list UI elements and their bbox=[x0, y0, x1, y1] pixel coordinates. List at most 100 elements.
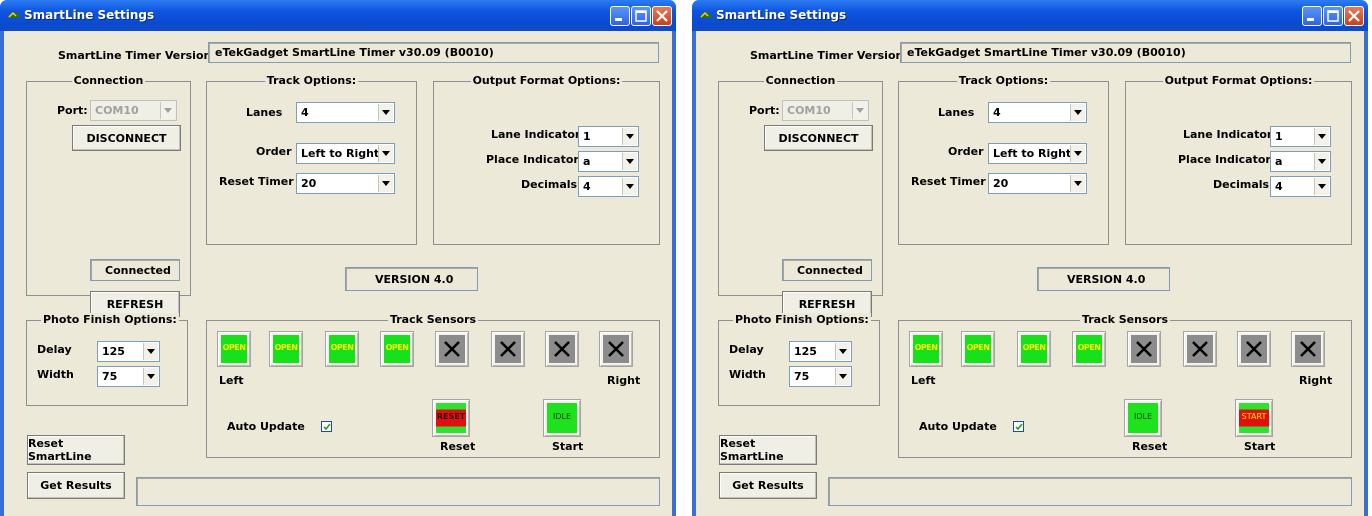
start-sensor-button[interactable]: START bbox=[1235, 399, 1273, 437]
lane-indicator-label: Lane Indicator bbox=[491, 128, 581, 141]
reset-sensor-text: RESET bbox=[436, 412, 466, 421]
start-label: Start bbox=[552, 440, 584, 453]
lanes-value: 4 bbox=[301, 106, 309, 119]
width-label: Width bbox=[37, 368, 74, 381]
decimals-value: 4 bbox=[1275, 180, 1283, 193]
reset-label: Reset bbox=[1132, 440, 1168, 453]
track-sensors-legend: Track Sensors bbox=[1079, 313, 1171, 326]
width-select[interactable]: 75 bbox=[789, 366, 852, 387]
minimize-button[interactable] bbox=[610, 6, 630, 26]
sensor-lane-1[interactable]: OPEN bbox=[909, 331, 943, 367]
decimals-label: Decimals bbox=[521, 178, 578, 191]
decimals-select[interactable]: 4 bbox=[1270, 176, 1331, 197]
title-bar[interactable]: SmartLine Settings bbox=[692, 0, 1368, 31]
dropdown-arrow-icon bbox=[835, 343, 850, 360]
delay-select[interactable]: 125 bbox=[97, 341, 160, 362]
connection-status-text: Connected bbox=[105, 264, 171, 277]
lanes-select[interactable]: 4 bbox=[988, 102, 1087, 123]
sensor-lane-1[interactable]: OPEN bbox=[217, 331, 251, 367]
photo-finish-group: Photo Finish Options: Delay 125 Width 75 bbox=[718, 313, 880, 406]
check-icon bbox=[1015, 423, 1023, 431]
place-indicator-select[interactable]: a bbox=[578, 151, 639, 172]
track-sensors-group: Track Sensors OPEN OPEN OPEN OPEN Left R… bbox=[206, 313, 660, 458]
output-options-legend: Output Format Options: bbox=[470, 74, 623, 87]
minimize-icon bbox=[1307, 18, 1314, 21]
window-client: SmartLine Timer Version: eTekGadget Smar… bbox=[4, 31, 672, 516]
decimals-select[interactable]: 4 bbox=[578, 176, 639, 197]
sensor-lane-2[interactable]: OPEN bbox=[269, 331, 303, 367]
place-indicator-value: a bbox=[583, 155, 591, 168]
lane-indicator-select[interactable]: 1 bbox=[1270, 126, 1331, 147]
reset-timer-value: 20 bbox=[301, 177, 317, 190]
close-button[interactable] bbox=[652, 6, 672, 26]
dropdown-arrow-icon bbox=[378, 175, 393, 192]
sensor-lane-6[interactable] bbox=[491, 331, 525, 367]
disconnect-button[interactable]: DISCONNECT bbox=[764, 125, 873, 151]
sensor-status-text: OPEN bbox=[1077, 343, 1101, 352]
sensor-lane-8[interactable] bbox=[599, 331, 633, 367]
sensor-lane-2[interactable]: OPEN bbox=[961, 331, 995, 367]
track-options-group: Track Options: Lanes 4 Order Left to Rig… bbox=[898, 74, 1109, 245]
track-sensors-group: Track Sensors OPEN OPEN OPEN OPEN Left R… bbox=[898, 313, 1352, 458]
auto-update-checkbox[interactable] bbox=[1013, 421, 1024, 432]
port-select[interactable]: COM10 bbox=[782, 100, 869, 121]
decimals-label: Decimals bbox=[1213, 178, 1270, 191]
sensor-lane-7[interactable] bbox=[1237, 331, 1271, 367]
lanes-label: Lanes bbox=[938, 106, 975, 119]
reset-timer-select[interactable]: 20 bbox=[988, 173, 1087, 194]
sensor-lane-6[interactable] bbox=[1183, 331, 1217, 367]
reset-sensor-button[interactable]: IDLE bbox=[1124, 399, 1162, 437]
sensor-lane-3[interactable]: OPEN bbox=[325, 331, 359, 367]
results-field bbox=[136, 477, 660, 506]
disconnect-button[interactable]: DISCONNECT bbox=[72, 125, 181, 151]
order-label: Order bbox=[948, 145, 984, 158]
maximize-button[interactable] bbox=[1323, 6, 1343, 26]
reset-smartline-button[interactable]: Reset SmartLine bbox=[719, 435, 817, 465]
sensor-lane-4[interactable]: OPEN bbox=[380, 331, 414, 367]
port-label: Port: bbox=[57, 104, 88, 117]
dropdown-arrow-icon bbox=[143, 368, 158, 385]
title-bar[interactable]: SmartLine Settings bbox=[0, 0, 676, 31]
timer-version-value: eTekGadget SmartLine Timer v30.09 (B0010… bbox=[215, 46, 494, 59]
reset-timer-select[interactable]: 20 bbox=[296, 173, 395, 194]
port-select[interactable]: COM10 bbox=[90, 100, 177, 121]
app-version-text: VERSION 4.0 bbox=[1067, 273, 1146, 286]
lanes-select[interactable]: 4 bbox=[296, 102, 395, 123]
right-label: Right bbox=[607, 374, 641, 387]
delay-select[interactable]: 125 bbox=[789, 341, 852, 362]
minimize-button[interactable] bbox=[1302, 6, 1322, 26]
reset-smartline-button[interactable]: Reset SmartLine bbox=[27, 435, 125, 465]
sensor-lane-5[interactable] bbox=[1127, 331, 1161, 367]
width-select[interactable]: 75 bbox=[97, 366, 160, 387]
order-value: Left to Right bbox=[993, 147, 1072, 160]
reset-timer-label: Reset Timer bbox=[911, 175, 986, 188]
sensor-lane-3[interactable]: OPEN bbox=[1017, 331, 1051, 367]
sensor-lane-5[interactable] bbox=[435, 331, 469, 367]
dropdown-arrow-icon bbox=[852, 102, 867, 119]
get-results-button[interactable]: Get Results bbox=[27, 472, 125, 499]
sensor-lane-7[interactable] bbox=[545, 331, 579, 367]
place-indicator-select[interactable]: a bbox=[1270, 151, 1331, 172]
lane-indicator-select[interactable]: 1 bbox=[578, 126, 639, 147]
x-icon bbox=[1192, 341, 1208, 357]
sensor-lane-4[interactable]: OPEN bbox=[1072, 331, 1106, 367]
start-sensor-button[interactable]: IDLE bbox=[543, 399, 581, 437]
check-icon bbox=[323, 423, 331, 431]
photo-finish-group: Photo Finish Options: Delay 125 Width 75 bbox=[26, 313, 188, 406]
dropdown-arrow-icon bbox=[622, 178, 637, 195]
maximize-button[interactable] bbox=[631, 6, 651, 26]
auto-update-checkbox[interactable] bbox=[321, 421, 332, 432]
order-select[interactable]: Left to Right bbox=[988, 143, 1087, 164]
results-field bbox=[828, 477, 1352, 506]
settings-window-2: SmartLine Settings SmartLine Timer Versi… bbox=[692, 0, 1368, 516]
left-label: Left bbox=[911, 374, 936, 387]
close-button[interactable] bbox=[1344, 6, 1364, 26]
reset-sensor-button[interactable]: RESET bbox=[432, 399, 470, 437]
track-options-legend: Track Options: bbox=[956, 74, 1051, 87]
reset-timer-value: 20 bbox=[993, 177, 1009, 190]
sensor-lane-8[interactable] bbox=[1291, 331, 1325, 367]
order-select[interactable]: Left to Right bbox=[296, 143, 395, 164]
get-results-button[interactable]: Get Results bbox=[719, 472, 817, 499]
right-label: Right bbox=[1299, 374, 1333, 387]
start-label: Start bbox=[1244, 440, 1276, 453]
